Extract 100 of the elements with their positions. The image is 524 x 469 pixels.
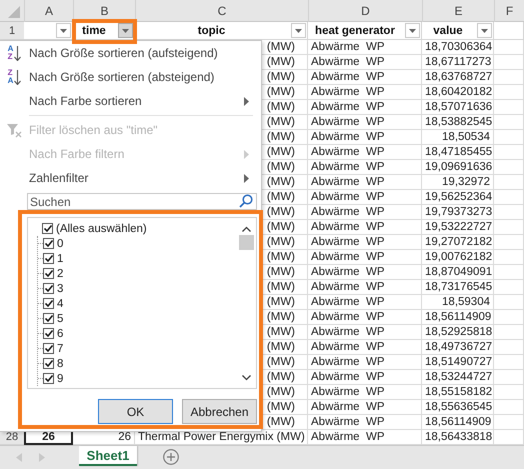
- checkbox[interactable]: [43, 328, 54, 339]
- filter-dropdown-button[interactable]: [405, 23, 420, 38]
- dropdown-arrow-icon: [481, 28, 488, 32]
- checkbox-label: 6: [57, 328, 64, 340]
- dropdown-arrow-icon: [60, 28, 67, 32]
- table-cell: Abwärme WP: [308, 265, 422, 280]
- column-header[interactable]: D: [308, 0, 422, 22]
- dropdown-arrow-icon: [409, 28, 416, 32]
- empty-cell: [494, 190, 524, 205]
- checkbox[interactable]: [42, 223, 53, 234]
- checkbox[interactable]: [43, 253, 54, 264]
- empty-cell: [494, 385, 524, 400]
- cancel-button[interactable]: Abbrechen: [182, 399, 257, 424]
- checkbox[interactable]: [43, 283, 54, 294]
- table-cell: 19,79373273: [422, 205, 494, 220]
- column-header[interactable]: E: [422, 0, 494, 22]
- checkbox-label: 5: [57, 312, 64, 324]
- sort-icon-letter: Z: [8, 53, 14, 61]
- column-title: topic: [196, 24, 226, 36]
- table-cell: Abwärme WP: [308, 190, 422, 205]
- checkbox[interactable]: [43, 373, 54, 384]
- empty-cell: [494, 340, 524, 355]
- empty-cell: [494, 55, 524, 70]
- filter-dropdown-button[interactable]: [291, 23, 306, 38]
- sort-icon-letter: Z: [8, 69, 14, 77]
- empty-cell: [494, 220, 524, 235]
- filter-dropdown-button[interactable]: [118, 23, 133, 38]
- column-header[interactable]: F: [494, 0, 524, 22]
- empty-cell: [494, 130, 524, 145]
- sheet-tab[interactable]: Sheet1: [79, 446, 137, 466]
- ok-button[interactable]: OK: [98, 399, 173, 424]
- scroll-left-icon: [16, 453, 22, 462]
- table-cell: Abwärme WP: [308, 280, 422, 295]
- empty-cell: [494, 115, 524, 130]
- checkbox-label: 2: [57, 268, 64, 280]
- table-cell: 18,47185455: [422, 145, 494, 160]
- checkbox[interactable]: [43, 358, 54, 369]
- table-cell: 18,63768727: [422, 70, 494, 85]
- table-cell: 18,70306364: [422, 40, 494, 55]
- table-cell: Abwärme WP: [308, 70, 422, 85]
- empty-cell: [494, 400, 524, 415]
- add-sheet-button[interactable]: [163, 449, 179, 465]
- table-cell: Abwärme WP: [308, 55, 422, 70]
- table-cell: Abwärme WP: [308, 370, 422, 385]
- empty-cell: [494, 40, 524, 55]
- scroll-down-icon: [242, 375, 251, 381]
- empty-cell: [494, 145, 524, 160]
- checkbox-label: 4: [57, 298, 64, 310]
- search-icon: [239, 194, 253, 208]
- table-cell: Abwärme WP: [308, 145, 422, 160]
- table-cell: 19,53222727: [422, 220, 494, 235]
- column-header[interactable]: C: [135, 0, 308, 22]
- table-cell: Abwärme WP: [308, 100, 422, 115]
- checkbox[interactable]: [43, 298, 54, 309]
- filter-dropdown-button[interactable]: [477, 23, 492, 38]
- empty-cell: [494, 325, 524, 340]
- plus-icon: [163, 449, 179, 465]
- checkbox[interactable]: [43, 313, 54, 324]
- table-cell: Abwärme WP: [308, 115, 422, 130]
- checkbox[interactable]: [43, 343, 54, 354]
- empty-cell: [494, 280, 524, 295]
- table-cell: Abwärme WP: [308, 160, 422, 175]
- filter-clear-icon: [6, 122, 22, 138]
- empty-cell: [494, 265, 524, 280]
- table-cell: 18,67117273: [422, 55, 494, 70]
- search-field[interactable]: Suchen: [27, 193, 257, 210]
- checkbox[interactable]: [43, 268, 54, 279]
- table-cell: 18,59304: [422, 295, 494, 310]
- table-cell: Abwärme WP: [308, 250, 422, 265]
- dropdown-arrow-icon: [122, 28, 129, 32]
- down-arrow-icon: [14, 70, 22, 84]
- empty-cell: [494, 295, 524, 310]
- table-cell: 18,56114909: [422, 310, 494, 325]
- table-cell: 18,49736727: [422, 340, 494, 355]
- table-cell: 19,09691636: [422, 160, 494, 175]
- checkbox-label: 1: [57, 252, 64, 264]
- table-cell: Abwärme WP: [308, 130, 422, 145]
- column-header[interactable]: A: [24, 0, 73, 22]
- column-title: time: [81, 24, 107, 36]
- checkbox-label: 0: [57, 238, 64, 250]
- table-cell: Abwärme WP: [308, 355, 422, 370]
- table-cell: Abwärme WP: [308, 205, 422, 220]
- table-cell: 18,55636545: [422, 400, 494, 415]
- row-header[interactable]: 1: [0, 22, 24, 40]
- scroll-right-icon: [39, 453, 45, 462]
- checkbox-label: 9: [57, 372, 64, 384]
- table-cell: Abwärme WP: [308, 295, 422, 310]
- table-cell: 19,32972: [422, 175, 494, 190]
- column-header[interactable]: B: [73, 0, 135, 22]
- scrollbar-thumb[interactable]: [239, 235, 254, 250]
- checkbox[interactable]: [43, 238, 54, 249]
- table-cell: Abwärme WP: [308, 220, 422, 235]
- empty-cell: [494, 310, 524, 325]
- filter-dropdown-button[interactable]: [56, 23, 71, 38]
- table-cell: 18,53882545: [422, 115, 494, 130]
- down-arrow-icon: [14, 46, 22, 60]
- table-cell: Abwärme WP: [308, 400, 422, 415]
- table-cell: 18,57071636: [422, 100, 494, 115]
- highlight-frame: [72, 19, 137, 44]
- table-cell: Abwärme WP: [308, 325, 422, 340]
